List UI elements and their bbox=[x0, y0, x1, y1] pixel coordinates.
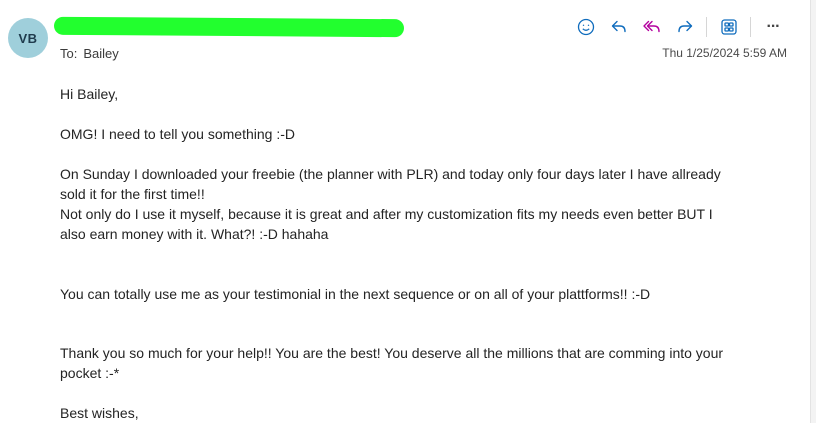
sender-avatar[interactable]: VB bbox=[8, 18, 48, 58]
greeting: Hi Bailey, bbox=[60, 86, 119, 102]
reply-all-icon bbox=[643, 20, 660, 33]
body-line: also earn money with it. What?! :-D haha… bbox=[60, 226, 329, 242]
closing: Best wishes, bbox=[60, 405, 139, 421]
forward-button[interactable] bbox=[670, 14, 700, 40]
body-line: Not only do I use it myself, because it … bbox=[60, 206, 713, 222]
body-line: pocket :-* bbox=[60, 365, 120, 381]
reply-button[interactable] bbox=[604, 14, 634, 40]
more-actions-icon: ··· bbox=[766, 18, 781, 35]
reply-icon bbox=[611, 20, 626, 33]
emoji-reaction-icon bbox=[577, 18, 595, 36]
message-date: Thu 1/25/2024 5:59 AM bbox=[662, 46, 787, 60]
toolbar-divider bbox=[750, 17, 751, 37]
immersive-reader-button[interactable] bbox=[714, 14, 744, 40]
redaction-mark bbox=[53, 16, 405, 38]
body-line: sold it for the first time!! bbox=[60, 186, 205, 202]
body-paragraph: OMG! I need to tell you something :-D bbox=[60, 126, 295, 142]
message-toolbar: ··· bbox=[568, 14, 788, 40]
body-paragraph: You can totally use me as your testimoni… bbox=[60, 286, 651, 302]
reply-all-button[interactable] bbox=[637, 14, 667, 40]
body-line: On Sunday I downloaded your freebie (the… bbox=[60, 166, 721, 182]
avatar-initials: VB bbox=[18, 30, 38, 46]
body-line: Thank you so much for your help!! You ar… bbox=[60, 345, 724, 361]
recipient-name[interactable]: Bailey bbox=[83, 46, 118, 61]
scrollbar-track[interactable] bbox=[810, 0, 816, 423]
emoji-reaction-button[interactable] bbox=[571, 14, 601, 40]
forward-icon bbox=[678, 20, 693, 33]
immersive-reader-icon bbox=[721, 19, 737, 35]
to-label: To: bbox=[60, 46, 78, 61]
toolbar-divider bbox=[706, 17, 707, 37]
more-actions-button[interactable]: ··· bbox=[758, 14, 788, 40]
recipient-line: To: Bailey bbox=[60, 46, 119, 61]
message-body: Hi Bailey, OMG! I need to tell you somet… bbox=[60, 84, 790, 423]
